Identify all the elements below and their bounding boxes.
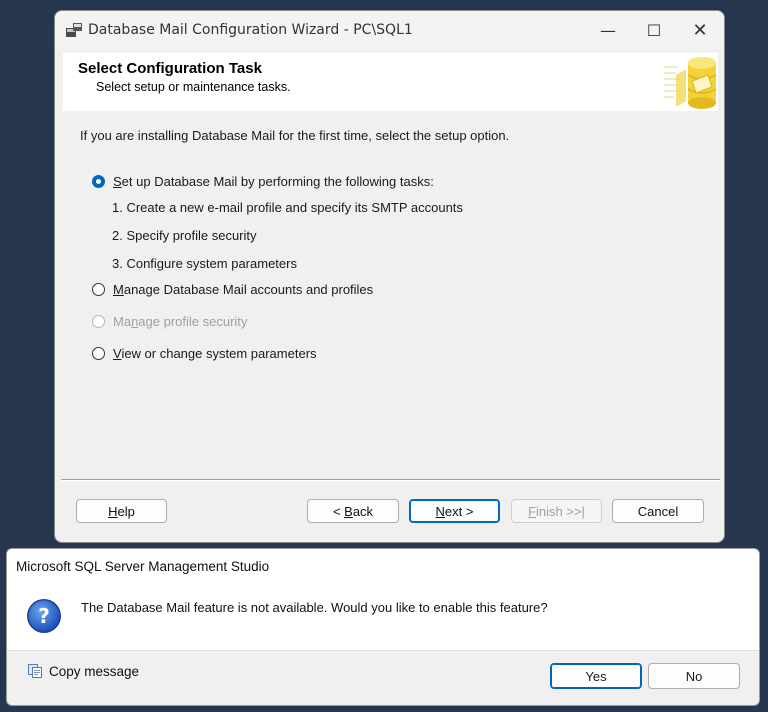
cancel-button[interactable]: Cancel (612, 499, 704, 523)
wizard-window: Database Mail Configuration Wizard - PC\… (54, 10, 725, 543)
divider (7, 650, 759, 651)
radio-button-disabled (92, 315, 105, 328)
yes-button[interactable]: Yes (550, 663, 642, 689)
wizard-header: Select Configuration Task Select setup o… (63, 53, 718, 111)
task-line: 2. Specify profile security (112, 228, 257, 243)
wizard-title-bar[interactable]: Database Mail Configuration Wizard - PC\… (55, 11, 724, 49)
radio-label: View or change system parameters (113, 346, 317, 361)
page-title: Select Configuration Task (78, 60, 262, 77)
radio-manage-accounts-profiles[interactable]: Manage Database Mail accounts and profil… (92, 282, 373, 297)
copy-message-label: Copy message (49, 663, 140, 679)
message-box-title-bar[interactable]: Microsoft SQL Server Management Studio (7, 549, 759, 584)
radio-label: Manage profile security (113, 314, 248, 329)
divider (61, 479, 720, 481)
radio-button-checked[interactable] (92, 175, 105, 188)
no-button[interactable]: No (648, 663, 740, 689)
database-mail-app-icon (66, 23, 82, 37)
radio-manage-profile-security: Manage profile security (92, 314, 247, 329)
next-button[interactable]: Next > (409, 499, 500, 523)
database-wizard-graphic-icon (662, 53, 718, 111)
help-button[interactable]: Help (76, 499, 167, 523)
message-box: Microsoft SQL Server Management Studio ?… (6, 548, 760, 706)
maximize-icon: ☐ (646, 20, 662, 40)
intro-text: If you are installing Database Mail for … (80, 128, 510, 143)
close-icon: ✕ (692, 19, 708, 41)
radio-label: Set up Database Mail by performing the f… (113, 174, 434, 189)
task-line: 3. Configure system parameters (112, 256, 297, 271)
finish-button: Finish >>| (511, 499, 602, 523)
minimize-icon: — (600, 20, 616, 40)
back-button[interactable]: < Back (307, 499, 399, 523)
radio-button[interactable] (92, 283, 105, 296)
copy-icon (28, 664, 42, 678)
radio-button[interactable] (92, 347, 105, 360)
close-button[interactable]: ✕ (677, 11, 723, 49)
maximize-button[interactable]: ☐ (631, 11, 677, 49)
page-subtitle: Select setup or maintenance tasks. (96, 80, 291, 94)
svg-text:?: ? (38, 604, 50, 628)
radio-view-system-parameters[interactable]: View or change system parameters (92, 346, 317, 361)
task-line: 1. Create a new e-mail profile and speci… (112, 200, 463, 215)
minimize-button[interactable]: — (585, 11, 631, 49)
message-box-title: Microsoft SQL Server Management Studio (16, 559, 270, 574)
wizard-title: Database Mail Configuration Wizard - PC\… (88, 22, 413, 38)
copy-message-link[interactable]: Copy message (27, 663, 139, 679)
question-icon: ? (27, 599, 61, 633)
radio-setup-database-mail[interactable]: Set up Database Mail by performing the f… (92, 174, 434, 189)
message-box-body: ? The Database Mail feature is not avail… (7, 584, 759, 650)
message-text: The Database Mail feature is not availab… (81, 600, 548, 615)
radio-label: Manage Database Mail accounts and profil… (113, 282, 374, 297)
